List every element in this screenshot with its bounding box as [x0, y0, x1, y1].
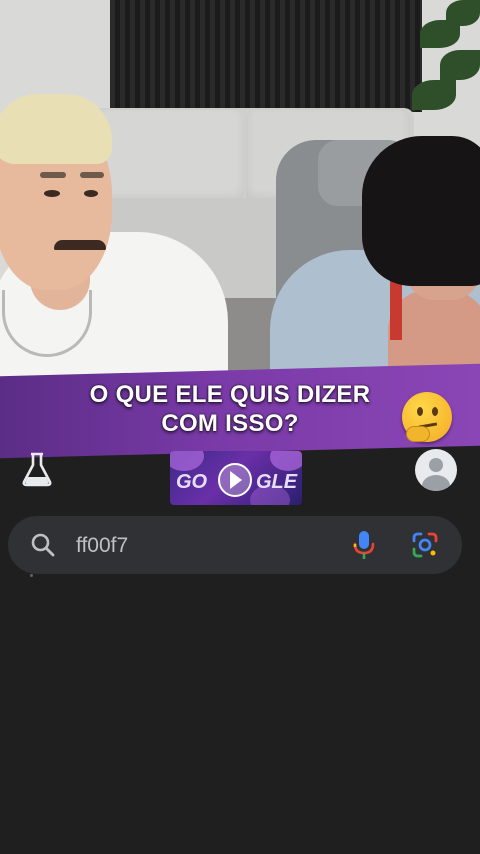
person-right-hair: [362, 136, 480, 286]
person-left-hair: [0, 94, 112, 164]
google-doodle[interactable]: GO GLE: [170, 451, 302, 505]
moustache: [54, 240, 106, 250]
sofa-cushion: [96, 110, 244, 204]
indicator-dot: [30, 574, 33, 577]
plant-leaf: [412, 80, 456, 110]
avatar-icon[interactable]: [415, 449, 457, 491]
search-bar[interactable]: ff00f7: [8, 516, 462, 574]
search-icon[interactable]: [30, 532, 56, 558]
flask-icon[interactable]: [20, 451, 54, 487]
eyebrow: [40, 172, 66, 178]
plant-leaf: [446, 0, 480, 26]
play-icon[interactable]: [218, 463, 252, 497]
window-blinds: [110, 0, 422, 112]
doodle-text-right: GLE: [256, 471, 298, 493]
plant-leaf: [440, 50, 480, 80]
video-caption: O QUE ELE QUIS DIZER COM ISSO?: [60, 380, 400, 438]
eye: [84, 190, 98, 197]
google-lens-icon[interactable]: [410, 530, 440, 560]
video-frame: [0, 0, 480, 392]
microphone-icon[interactable]: [352, 530, 376, 560]
caption-line-1: O QUE ELE QUIS DIZER: [89, 381, 371, 408]
caption-line-2: COM ISSO?: [161, 410, 299, 437]
doodle-text-left: GO: [176, 471, 208, 493]
eyebrow: [80, 172, 104, 178]
thinking-face-emoji: [402, 392, 452, 442]
search-input[interactable]: ff00f7: [76, 534, 128, 558]
eye: [44, 190, 60, 197]
